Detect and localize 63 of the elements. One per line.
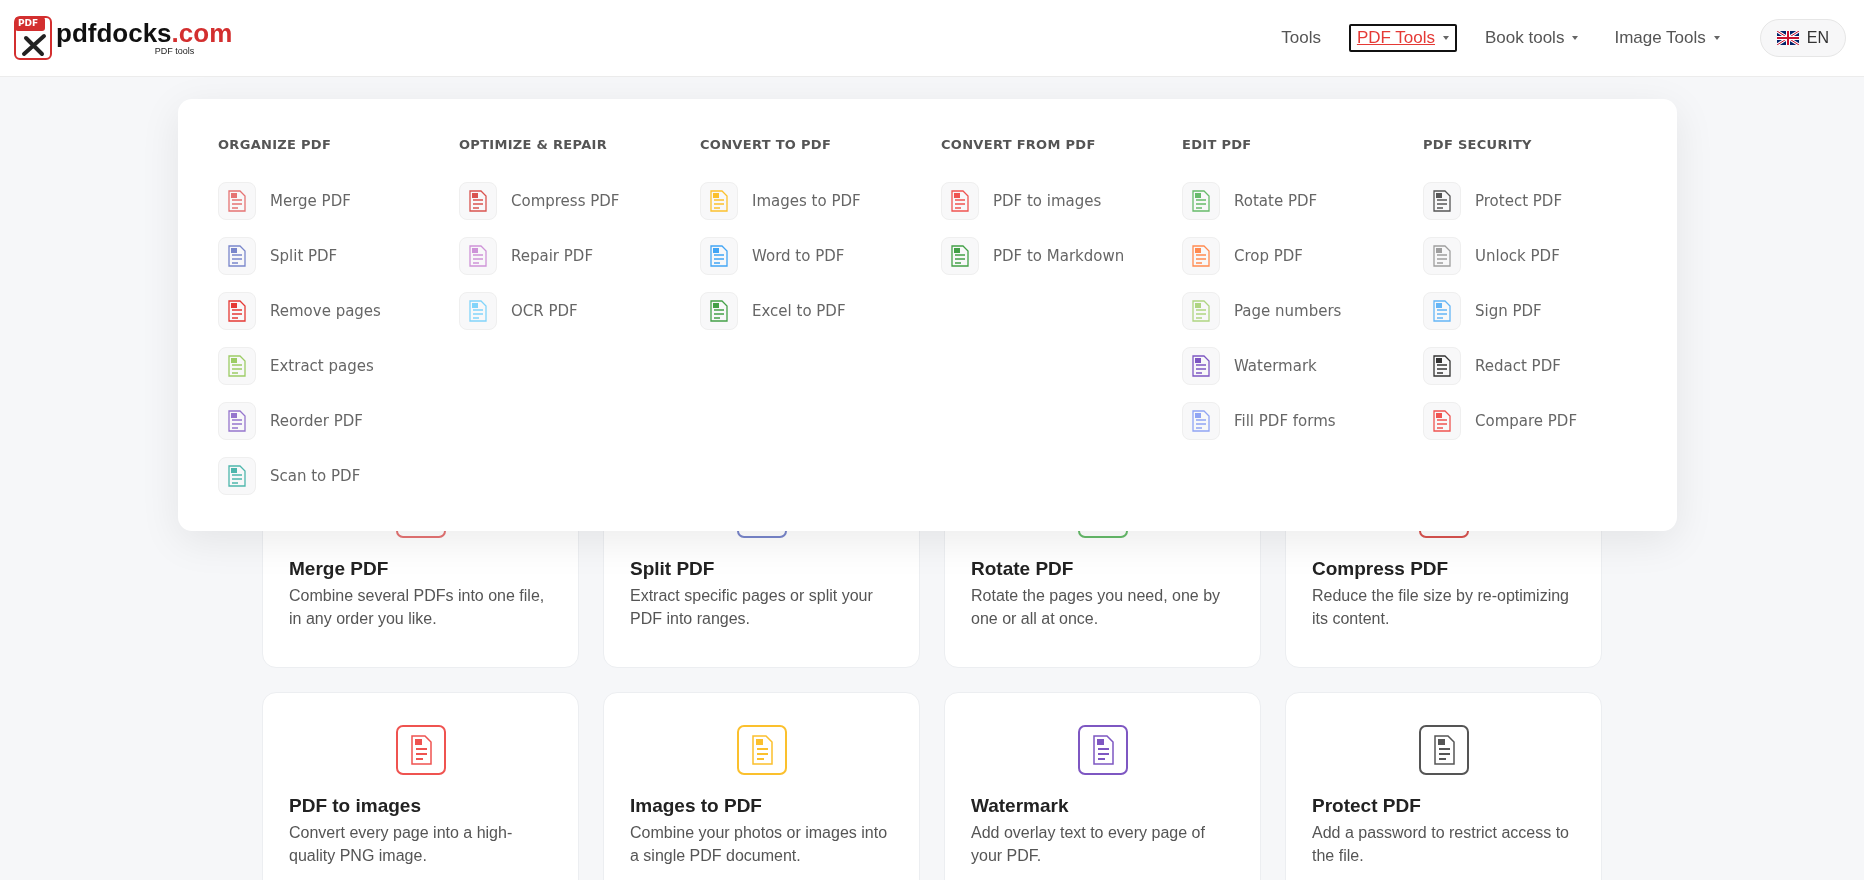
menu-item[interactable]: Unlock PDF [1475, 246, 1560, 265]
nav-link[interactable]: Book tools [1477, 24, 1587, 52]
flag-icon [1776, 31, 1799, 45]
card-title: Images to PDF [630, 795, 763, 817]
caret-icon [1443, 36, 1449, 40]
menu-heading: EDIT PDF [1182, 136, 1253, 154]
menu-item[interactable]: Word to PDF [752, 246, 845, 265]
menu-item[interactable]: Split PDF [270, 246, 338, 265]
card-description: Rotate the pages you need, one by one or all at once. [971, 586, 1222, 629]
menu-heading: CONVERT FROM PDF [941, 136, 1097, 154]
menu-item[interactable]: Page numbers [1234, 301, 1342, 320]
menu-heading: OPTIMIZE & REPAIR [459, 136, 608, 154]
card-description: Combine your photos or images into a single PDF document. [630, 823, 889, 866]
tool-card[interactable]: Images to PDF Combine your photos or images into a single PDF document. [603, 692, 920, 880]
card-description: Add overlay text to every page of your PDF. [971, 823, 1206, 866]
card-title: Compress PDF [1312, 558, 1450, 580]
logo-tagline: PDF tools [154, 46, 195, 56]
menu-item[interactable]: Remove pages [270, 301, 381, 320]
card-description: Add a password to restrict access to the file. [1312, 823, 1570, 866]
card-title: Protect PDF [1312, 795, 1422, 817]
menu-item[interactable]: Excel to PDF [752, 301, 846, 320]
logo-icon[interactable] [14, 16, 54, 60]
logo-text[interactable]: pdfdocks.com [56, 20, 233, 46]
menu-item[interactable]: Fill PDF forms [1234, 411, 1336, 430]
menu-item[interactable]: Images to PDF [752, 191, 861, 210]
caret-icon [1713, 36, 1720, 40]
nav-link[interactable]: Image Tools [1606, 24, 1728, 52]
card-description: Reduce the file size by re-optimizing its content. [1312, 586, 1570, 629]
menu-heading: ORGANIZE PDF [218, 136, 333, 154]
menu-item[interactable]: Compare PDF [1475, 411, 1578, 430]
tool-card[interactable]: PDF to images Convert every page into a high-quality PNG image. [262, 692, 579, 880]
menu-item[interactable]: Watermark [1234, 356, 1317, 375]
card-description: Combine several PDFs into one file, in any order you like. [289, 586, 546, 629]
tool-card[interactable]: Watermark Add overlay text to every page of your PDF. [944, 692, 1261, 880]
menu-item[interactable]: Scan to PDF [270, 466, 361, 485]
nav-link[interactable]: PDF Tools [1348, 24, 1457, 52]
menu-item[interactable]: PDF to Markdown [993, 246, 1125, 265]
nav-link[interactable]: Tools [1273, 24, 1329, 52]
logo-label: PDF [18, 18, 39, 28]
menu-heading: PDF SECURITY [1423, 136, 1533, 154]
card-title: PDF to images [289, 795, 422, 817]
menu-item[interactable]: Extract pages [270, 356, 374, 375]
menu-item[interactable]: Repair PDF [511, 246, 594, 265]
menu-item[interactable]: Redact PDF [1475, 356, 1561, 375]
menu-item[interactable]: Reorder PDF [270, 411, 363, 430]
card-title: Rotate PDF [971, 558, 1075, 580]
card-title: Watermark [971, 795, 1070, 817]
menu-item[interactable]: OCR PDF [511, 301, 578, 320]
menu-item[interactable]: Merge PDF [270, 191, 351, 210]
caret-icon [1572, 36, 1579, 40]
card-description: Extract specific pages or split your PDF into ranges. [630, 586, 874, 629]
menu-item[interactable]: Crop PDF [1234, 246, 1303, 265]
card-title: Merge PDF [289, 558, 390, 580]
menu-item[interactable]: Rotate PDF [1234, 191, 1318, 210]
menu-item[interactable]: Compress PDF [511, 191, 620, 210]
card-title: Split PDF [630, 558, 716, 580]
menu-heading: CONVERT TO PDF [700, 136, 833, 154]
language-button[interactable]: EN [1759, 19, 1846, 57]
tool-card[interactable]: Protect PDF Add a password to restrict access to the file. [1285, 692, 1602, 880]
menu-item[interactable]: Sign PDF [1475, 301, 1542, 320]
menu-item[interactable]: PDF to images [993, 191, 1102, 210]
card-description: Convert every page into a high-quality PNG image. [289, 823, 514, 866]
menu-item[interactable]: Protect PDF [1475, 191, 1563, 210]
